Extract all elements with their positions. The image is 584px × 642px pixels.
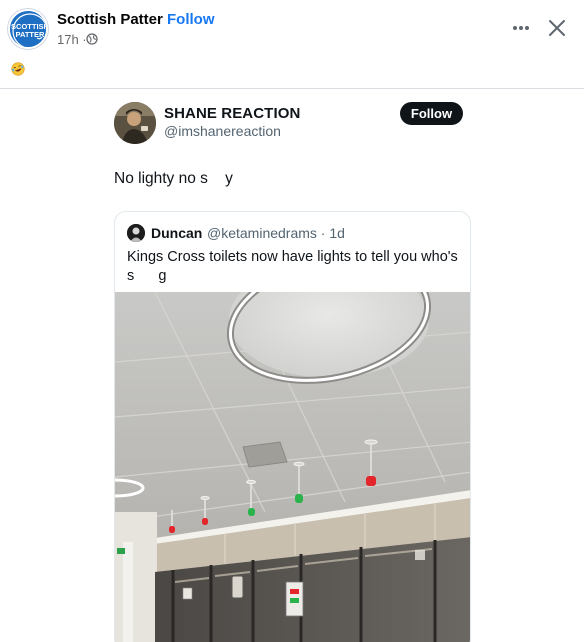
quoted-text-line-2: s g <box>127 268 167 284</box>
quoted-tweet-avatar[interactable] <box>127 224 145 242</box>
globe-icon <box>86 33 98 45</box>
tweet-author-handle[interactable]: @imshanereaction <box>164 123 281 139</box>
separator-dot: · <box>156 11 161 28</box>
follow-page-link[interactable]: Follow <box>167 11 215 28</box>
quoted-author-handle[interactable]: @ketaminedrams · 1d <box>207 225 345 241</box>
tweet-author-name[interactable]: SHANE REACTION <box>164 105 300 122</box>
quoted-tweet-card[interactable]: Duncan @ketaminedrams · 1d Kings Cross t… <box>114 211 471 642</box>
tweet-follow-button[interactable]: Follow <box>400 102 463 125</box>
tweet-text: No lighty no s y <box>114 170 233 187</box>
page-name[interactable]: Scottish Patter <box>57 11 163 28</box>
quoted-tweet-text: Kings Cross toilets now have lights to t… <box>127 248 463 286</box>
scottish-patter-logo[interactable]: SCOTTISH PATTER <box>8 9 48 49</box>
close-icon[interactable] <box>546 17 568 39</box>
logo-text-bottom: PATTER <box>16 30 45 39</box>
laughing-emoji-icon <box>11 62 25 76</box>
more-horizontal-icon[interactable] <box>510 18 532 38</box>
quoted-text-line-1: Kings Cross toilets now have lights to t… <box>127 249 458 265</box>
toilet-ceiling-photo[interactable] <box>115 292 470 642</box>
quoted-author-name[interactable]: Duncan <box>151 225 202 241</box>
header-divider <box>0 88 584 89</box>
tweet-avatar[interactable] <box>114 102 156 144</box>
post-timestamp[interactable]: 17h · <box>57 32 87 47</box>
post-header: SCOTTISH PATTER Scottish Patter · Follow… <box>0 0 584 90</box>
